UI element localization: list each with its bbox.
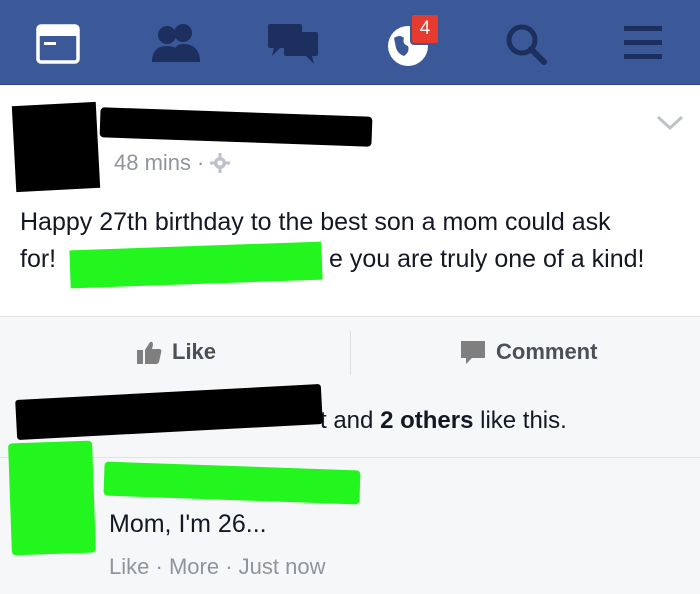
likes-text[interactable]: t and 2 others like this.	[320, 407, 567, 435]
redacted-commenter-avatar	[8, 440, 96, 556]
post-text-line2-start: for!	[20, 245, 57, 273]
top-navigation-bar: 4	[0, 0, 700, 85]
post-time[interactable]: 48 mins	[114, 150, 191, 176]
chevron-down-icon[interactable]	[656, 114, 684, 132]
post-action-bar: Like Comment	[0, 316, 700, 390]
comment-separator-2: ·	[225, 554, 233, 579]
friends-icon[interactable]	[150, 24, 202, 64]
redacted-avatar	[11, 101, 101, 193]
comment-actions: Like · More · Just now	[109, 554, 325, 580]
action-divider	[350, 331, 351, 375]
post-text-line1: Happy 27th birthday to the best son a mo…	[20, 208, 611, 236]
comment-more-link[interactable]: More	[169, 554, 219, 579]
like-label: Like	[172, 339, 217, 364]
comment-separator-1: ·	[155, 554, 163, 579]
likes-fragment: t and	[320, 407, 374, 434]
gear-icon[interactable]	[210, 153, 231, 173]
notification-badge[interactable]: 4	[410, 13, 440, 45]
comment-label: Comment	[496, 339, 598, 364]
search-icon[interactable]	[504, 22, 548, 66]
likes-suffix: like this.	[480, 407, 567, 434]
news-feed-icon[interactable]	[36, 24, 80, 64]
meta-separator: ·	[197, 150, 205, 175]
post-meta: 48 mins ·	[114, 150, 231, 176]
post-text-line2-end: e you are truly one of a kind!	[329, 245, 645, 273]
post-text: Happy 27th birthday to the best son a mo…	[20, 204, 680, 273]
comment-text: Mom, I'm 26...	[109, 510, 267, 538]
menu-icon[interactable]	[622, 24, 664, 62]
like-button[interactable]: Like	[136, 339, 216, 365]
comment-like-link[interactable]: Like	[109, 554, 149, 579]
messages-icon[interactable]	[266, 22, 320, 66]
comment-time[interactable]: Just now	[239, 554, 326, 579]
likes-count[interactable]: 2 others	[380, 407, 473, 434]
comment-icon	[461, 341, 485, 364]
thumbs-up-icon	[137, 341, 162, 364]
comment-button[interactable]: Comment	[460, 339, 597, 365]
